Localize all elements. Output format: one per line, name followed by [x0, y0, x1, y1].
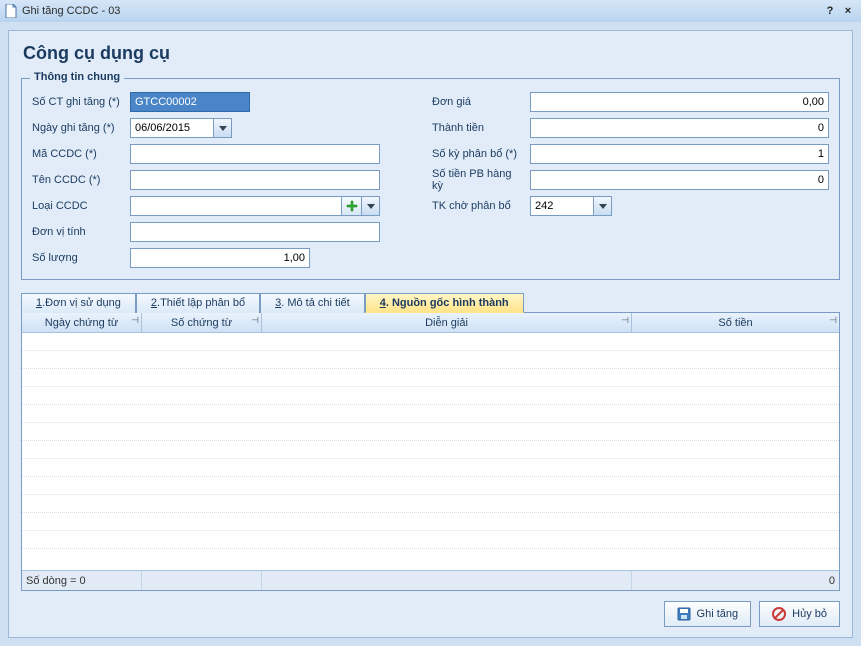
cancel-button[interactable]: Hủy bỏ — [759, 601, 840, 627]
don-gia-input[interactable] — [530, 92, 829, 112]
grid-header: Ngày chứng từ⊣Số chứng từ⊣Diễn giải⊣Số t… — [22, 313, 839, 333]
fieldset-legend: Thông tin chung — [30, 71, 124, 83]
grid-row[interactable] — [22, 405, 839, 423]
label-loai: Loại CCDC — [32, 200, 124, 212]
help-button[interactable]: ? — [821, 5, 839, 17]
tab-1[interactable]: 2.Thiết lập phân bổ — [136, 293, 260, 313]
grid-col-3[interactable]: Số tiền⊣ — [632, 313, 839, 332]
grid-row[interactable] — [22, 423, 839, 441]
save-button[interactable]: Ghi tăng — [664, 601, 752, 627]
label-dongia: Đơn giá — [432, 96, 524, 108]
grid-row[interactable] — [22, 513, 839, 531]
label-ten: Tên CCDC (*) — [32, 174, 124, 186]
ngay-dropdown-button[interactable] — [214, 118, 232, 138]
label-sokypb: Số kỳ phân bổ (*) — [432, 148, 524, 160]
grid-col-0[interactable]: Ngày chứng từ⊣ — [22, 313, 142, 332]
tab-0[interactable]: 1.Đơn vị sử dụng — [21, 293, 136, 313]
grid-row[interactable] — [22, 477, 839, 495]
grid-row[interactable] — [22, 459, 839, 477]
grid-row[interactable] — [22, 333, 839, 351]
loai-ccdc-dropdown-button[interactable] — [362, 196, 380, 216]
grid-row[interactable] — [22, 531, 839, 549]
label-sl: Số lượng — [32, 252, 124, 264]
page-title: Công cụ dụng cụ — [23, 43, 840, 64]
plus-icon — [346, 200, 358, 212]
grid: Ngày chứng từ⊣Số chứng từ⊣Diễn giải⊣Số t… — [21, 313, 840, 591]
grid-footer: Số dòng = 0 0 — [22, 570, 839, 590]
chevron-down-icon — [599, 204, 607, 209]
chevron-down-icon — [219, 126, 227, 131]
grid-footer-total: 0 — [632, 571, 839, 590]
grid-row[interactable] — [22, 441, 839, 459]
label-ngay: Ngày ghi tăng (*) — [32, 122, 124, 134]
ngay-input[interactable] — [130, 118, 214, 138]
tk-cho-dropdown-button[interactable] — [594, 196, 612, 216]
tab-3[interactable]: 4. Nguồn gốc hình thành — [365, 293, 524, 313]
grid-row[interactable] — [22, 387, 839, 405]
titlebar: Ghi tăng CCDC - 03 ? × — [0, 0, 861, 22]
label-dvt: Đơn vị tính — [32, 226, 124, 238]
document-icon — [4, 4, 18, 18]
grid-row[interactable] — [22, 369, 839, 387]
label-tkcho: TK chờ phân bổ — [432, 200, 524, 212]
ma-ccdc-input[interactable] — [130, 144, 380, 164]
label-so-ct: Số CT ghi tăng (*) — [32, 96, 124, 108]
dvt-input[interactable] — [130, 222, 380, 242]
tk-cho-input[interactable] — [530, 196, 594, 216]
grid-col-1[interactable]: Số chứng từ⊣ — [142, 313, 262, 332]
grid-row[interactable] — [22, 351, 839, 369]
grid-col-2[interactable]: Diễn giải⊣ — [262, 313, 632, 332]
so-tien-pb-input[interactable] — [530, 170, 829, 190]
so-ct-input[interactable] — [130, 92, 250, 112]
label-sotienpb: Số tiền PB hàng kỳ — [432, 168, 524, 192]
loai-ccdc-add-button[interactable] — [342, 196, 362, 216]
cancel-button-label: Hủy bỏ — [792, 608, 827, 620]
so-luong-input[interactable] — [130, 248, 310, 268]
label-thanhtien: Thành tiền — [432, 122, 524, 134]
save-icon — [677, 607, 691, 621]
window-title: Ghi tăng CCDC - 03 — [22, 5, 120, 17]
ten-ccdc-input[interactable] — [130, 170, 380, 190]
label-ma: Mã CCDC (*) — [32, 148, 124, 160]
loai-ccdc-input[interactable] — [130, 196, 342, 216]
thanh-tien-input[interactable] — [530, 118, 829, 138]
cancel-icon — [772, 607, 786, 621]
close-button[interactable]: × — [839, 5, 857, 17]
tab-2[interactable]: 3. Mô tả chi tiết — [260, 293, 365, 313]
so-ky-pb-input[interactable] — [530, 144, 829, 164]
chevron-down-icon — [367, 204, 375, 209]
general-info-fieldset: Thông tin chung Số CT ghi tăng (*) Ngày … — [21, 78, 840, 280]
save-button-label: Ghi tăng — [697, 608, 739, 620]
tabs: 1.Đơn vị sử dụng2.Thiết lập phân bổ3. Mô… — [21, 292, 840, 313]
grid-body[interactable] — [22, 333, 839, 570]
grid-footer-rowcount: Số dòng = 0 — [22, 571, 142, 590]
grid-row[interactable] — [22, 495, 839, 513]
